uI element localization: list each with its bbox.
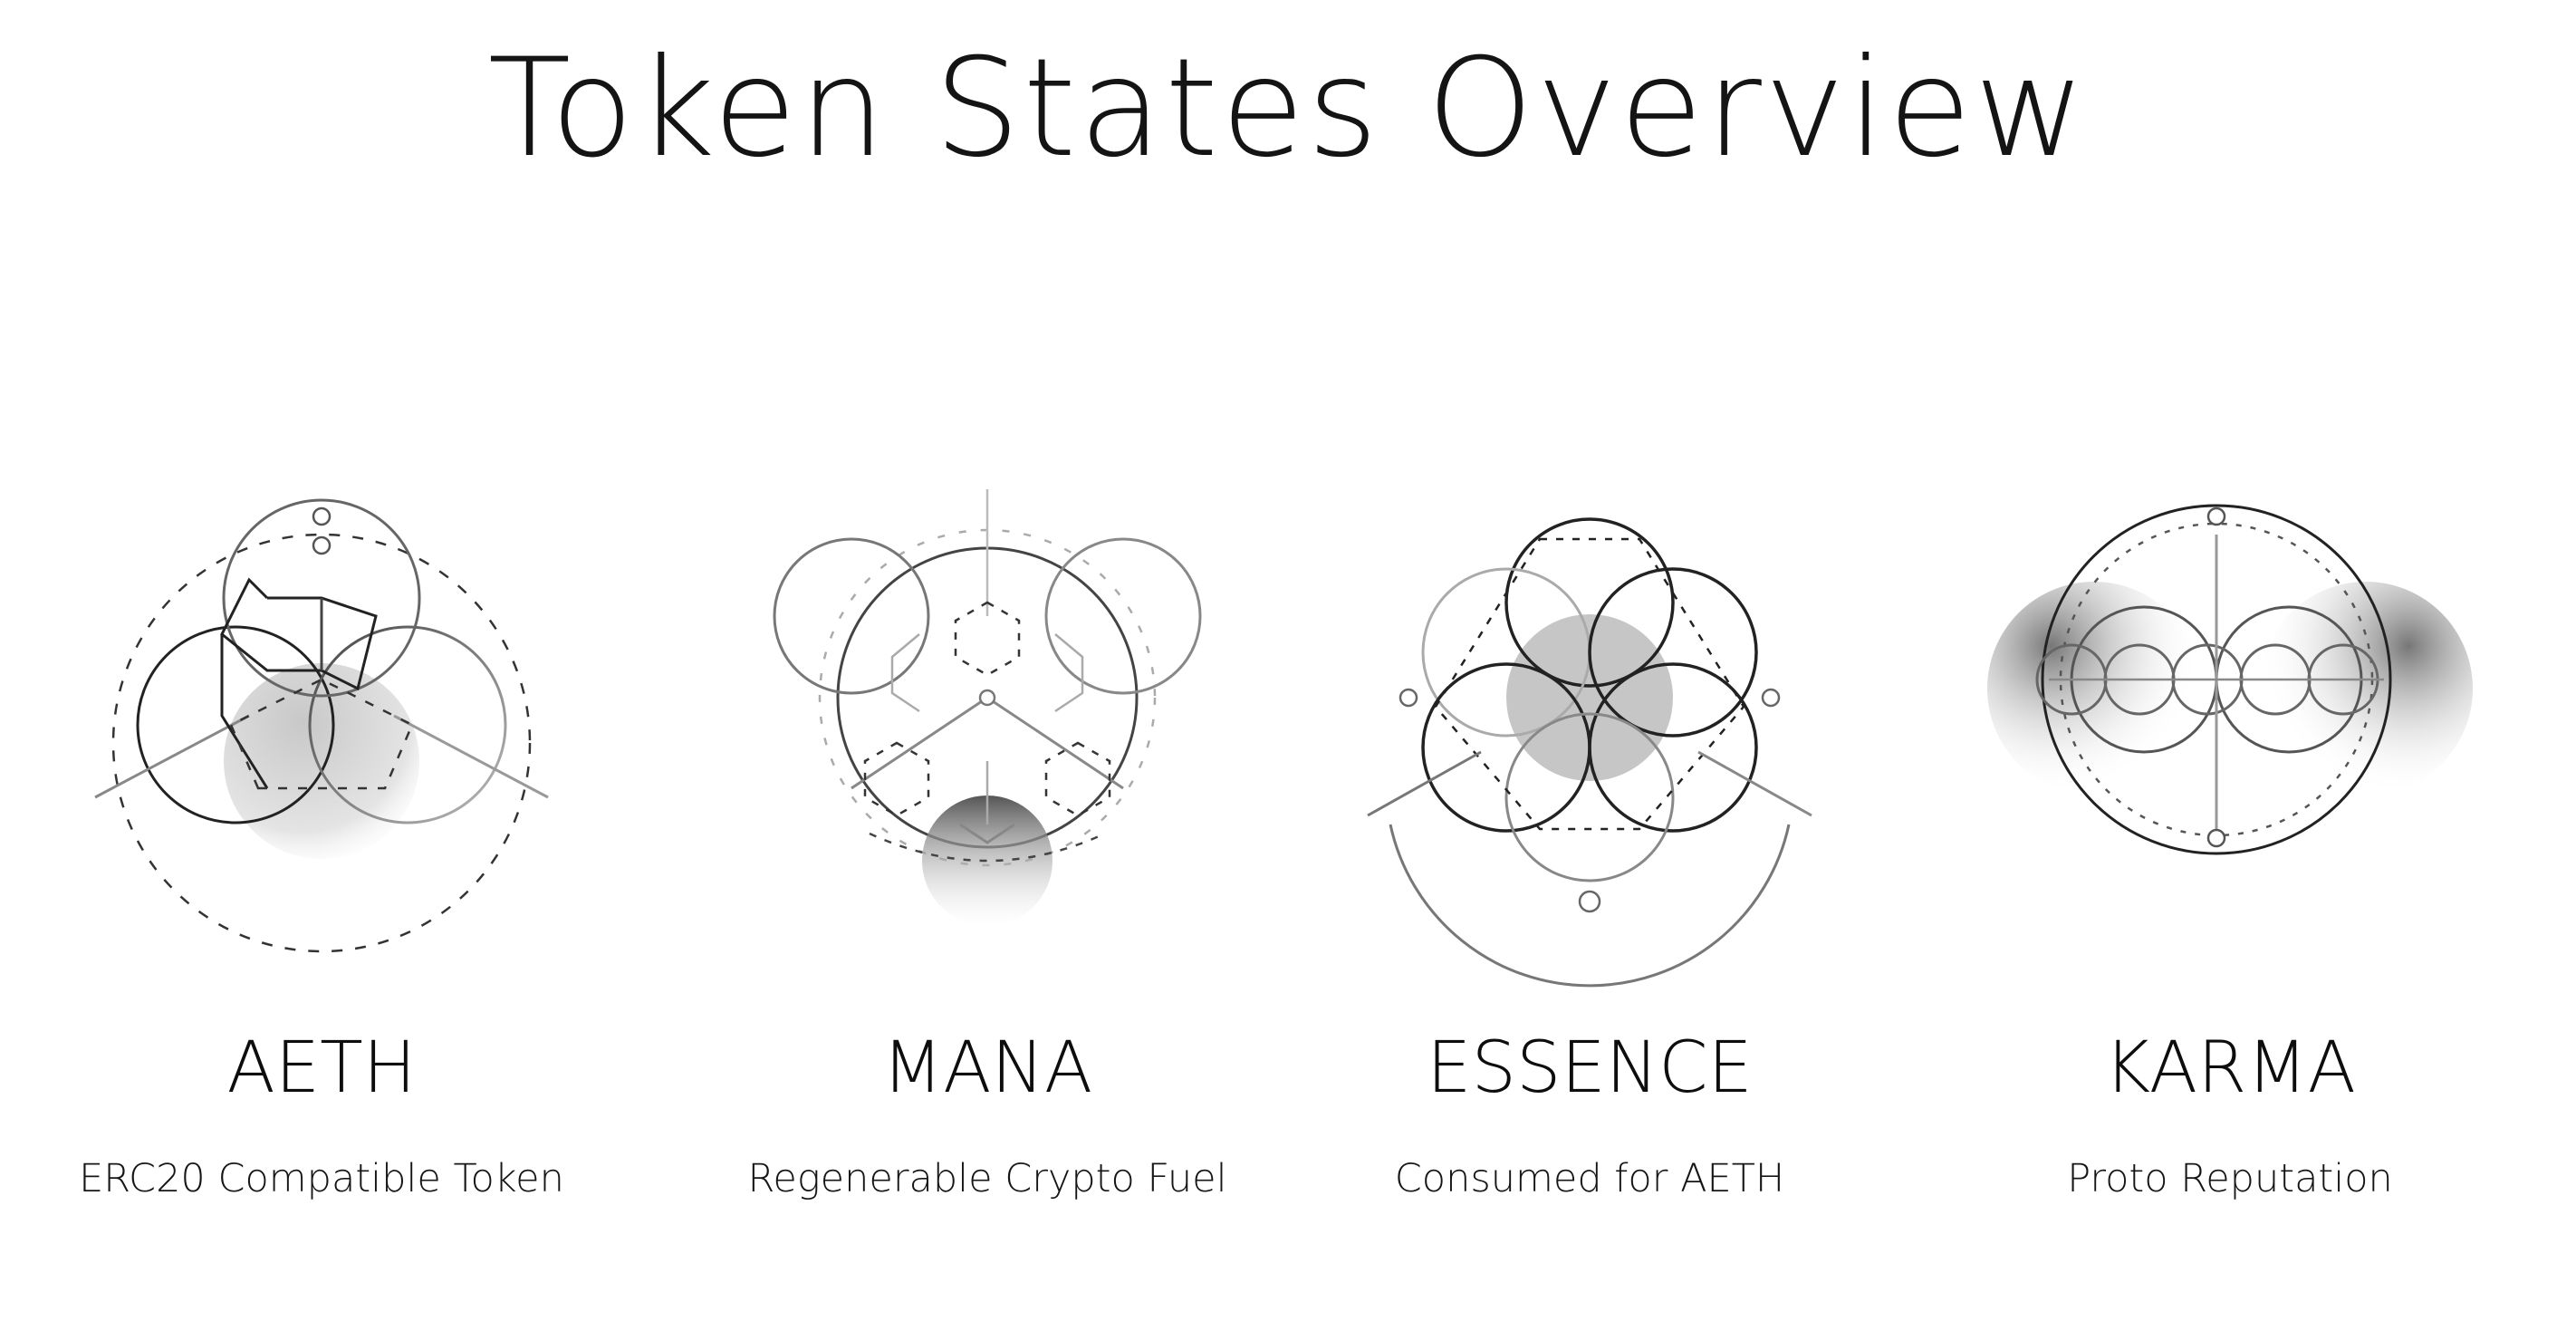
token-card-mana: MANA Regenerable Crypto Fuel xyxy=(706,489,1268,1214)
aeth-sacred-geometry-icon xyxy=(94,498,549,953)
mana-sacred-geometry-icon xyxy=(773,489,1202,926)
token-card-karma: KARMA Proto Reputation xyxy=(1949,489,2511,1214)
token-description: Consumed for AETH xyxy=(1394,1156,1785,1201)
karma-sacred-geometry-icon xyxy=(1987,504,2473,855)
token-name: KARMA xyxy=(2104,1027,2356,1109)
token-name: AETH xyxy=(226,1027,417,1109)
token-description: Proto Reputation xyxy=(2067,1156,2393,1201)
token-description: ERC20 Compatible Token xyxy=(79,1156,564,1201)
essence-sacred-geometry-icon xyxy=(1367,517,1812,988)
token-description: Regenerable Crypto Fuel xyxy=(747,1156,1227,1201)
page-title: Token States Overview xyxy=(487,30,2089,188)
token-name: MANA xyxy=(881,1027,1093,1109)
token-name: ESSENCE xyxy=(1427,1027,1753,1109)
token-card-aeth: AETH ERC20 Compatible Token xyxy=(41,489,602,1214)
token-card-essence: ESSENCE Consumed for AETH xyxy=(1309,489,1870,1214)
